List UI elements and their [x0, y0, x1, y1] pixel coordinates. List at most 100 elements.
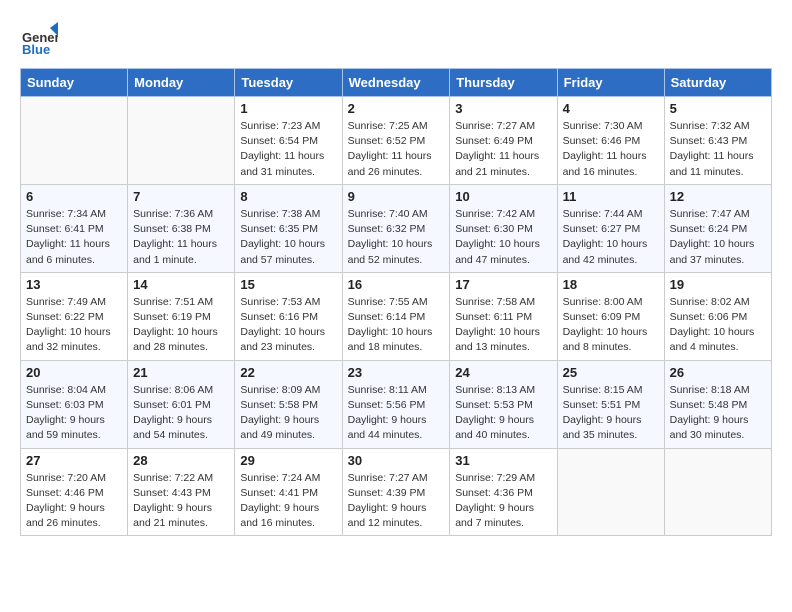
- day-number: 28: [133, 453, 229, 468]
- day-number: 25: [563, 365, 659, 380]
- day-cell: 5 Sunrise: 7:32 AM Sunset: 6:43 PM Daylig…: [664, 97, 771, 185]
- day-cell: [128, 97, 235, 185]
- day-info: Sunrise: 7:20 AM Sunset: 4:46 PM Dayligh…: [26, 471, 122, 532]
- day-info: Sunrise: 7:58 AM Sunset: 6:11 PM Dayligh…: [455, 295, 551, 356]
- day-cell: [21, 97, 128, 185]
- day-cell: 19Sunrise: 8:02 AM Sunset: 6:06 PM Dayli…: [664, 272, 771, 360]
- day-cell: 15 Sunrise: 7:53 AM Sunset: 6:16 PM Dayli…: [235, 272, 342, 360]
- day-info: Sunrise: 7:30 AM Sunset: 6:46 PM Dayligh…: [563, 119, 659, 180]
- day-number: 3: [455, 101, 551, 116]
- day-info: Sunrise: 7:42 AM Sunset: 6:30 PM Dayligh…: [455, 207, 551, 268]
- day-number: 15: [240, 277, 336, 292]
- day-cell: 10 Sunrise: 7:42 AM Sunset: 6:30 PM Dayli…: [450, 184, 557, 272]
- day-cell: 26 Sunrise: 8:18 AM Sunset: 5:48 PM Dayli…: [664, 360, 771, 448]
- day-info: Sunrise: 7:25 AM Sunset: 6:52 PM Dayligh…: [348, 119, 445, 180]
- day-cell: 13 Sunrise: 7:49 AM Sunset: 6:22 PM Dayli…: [21, 272, 128, 360]
- week-row-1: 1 Sunrise: 7:23 AM Sunset: 6:54 PM Daylig…: [21, 97, 772, 185]
- day-number: 14: [133, 277, 229, 292]
- day-cell: 18 Sunrise: 8:00 AM Sunset: 6:09 PM Dayli…: [557, 272, 664, 360]
- day-info: Sunrise: 7:27 AM Sunset: 6:49 PM Dayligh…: [455, 119, 551, 180]
- day-number: 6: [26, 189, 122, 204]
- day-number: 26: [670, 365, 766, 380]
- day-number: 16: [348, 277, 445, 292]
- day-cell: 22 Sunrise: 8:09 AM Sunset: 5:58 PM Dayli…: [235, 360, 342, 448]
- day-cell: 2 Sunrise: 7:25 AM Sunset: 6:52 PM Daylig…: [342, 97, 450, 185]
- day-info: Sunrise: 8:00 AM Sunset: 6:09 PM Dayligh…: [563, 295, 659, 356]
- day-info: Sunrise: 7:32 AM Sunset: 6:43 PM Dayligh…: [670, 119, 766, 180]
- day-info: Sunrise: 7:38 AM Sunset: 6:35 PM Dayligh…: [240, 207, 336, 268]
- page-header: General Blue: [20, 20, 772, 58]
- day-cell: 29 Sunrise: 7:24 AM Sunset: 4:41 PM Dayli…: [235, 448, 342, 536]
- day-info: Sunrise: 7:24 AM Sunset: 4:41 PM Dayligh…: [240, 471, 336, 532]
- day-cell: 12Sunrise: 7:47 AM Sunset: 6:24 PM Dayli…: [664, 184, 771, 272]
- weekday-header-row: SundayMondayTuesdayWednesdayThursdayFrid…: [21, 69, 772, 97]
- day-cell: 31Sunrise: 7:29 AM Sunset: 4:36 PM Dayli…: [450, 448, 557, 536]
- day-info: Sunrise: 7:40 AM Sunset: 6:32 PM Dayligh…: [348, 207, 445, 268]
- day-number: 13: [26, 277, 122, 292]
- day-number: 10: [455, 189, 551, 204]
- svg-text:Blue: Blue: [22, 42, 50, 57]
- weekday-header-monday: Monday: [128, 69, 235, 97]
- day-info: Sunrise: 7:49 AM Sunset: 6:22 PM Dayligh…: [26, 295, 122, 356]
- day-number: 8: [240, 189, 336, 204]
- day-number: 1: [240, 101, 336, 116]
- day-number: 24: [455, 365, 551, 380]
- day-cell: [664, 448, 771, 536]
- day-info: Sunrise: 8:09 AM Sunset: 5:58 PM Dayligh…: [240, 383, 336, 444]
- day-cell: 23 Sunrise: 8:11 AM Sunset: 5:56 PM Dayli…: [342, 360, 450, 448]
- week-row-5: 27Sunrise: 7:20 AM Sunset: 4:46 PM Dayli…: [21, 448, 772, 536]
- day-info: Sunrise: 8:04 AM Sunset: 6:03 PM Dayligh…: [26, 383, 122, 444]
- day-number: 20: [26, 365, 122, 380]
- day-number: 18: [563, 277, 659, 292]
- day-number: 9: [348, 189, 445, 204]
- day-info: Sunrise: 7:34 AM Sunset: 6:41 PM Dayligh…: [26, 207, 122, 268]
- weekday-header-friday: Friday: [557, 69, 664, 97]
- day-info: Sunrise: 7:23 AM Sunset: 6:54 PM Dayligh…: [240, 119, 336, 180]
- day-cell: 25 Sunrise: 8:15 AM Sunset: 5:51 PM Dayli…: [557, 360, 664, 448]
- day-number: 19: [670, 277, 766, 292]
- day-cell: 8 Sunrise: 7:38 AM Sunset: 6:35 PM Daylig…: [235, 184, 342, 272]
- day-number: 29: [240, 453, 336, 468]
- weekday-header-tuesday: Tuesday: [235, 69, 342, 97]
- day-info: Sunrise: 7:47 AM Sunset: 6:24 PM Dayligh…: [670, 207, 766, 268]
- day-number: 22: [240, 365, 336, 380]
- day-info: Sunrise: 7:29 AM Sunset: 4:36 PM Dayligh…: [455, 471, 551, 532]
- day-info: Sunrise: 7:36 AM Sunset: 6:38 PM Dayligh…: [133, 207, 229, 268]
- day-cell: 3 Sunrise: 7:27 AM Sunset: 6:49 PM Daylig…: [450, 97, 557, 185]
- day-cell: 6 Sunrise: 7:34 AM Sunset: 6:41 PM Daylig…: [21, 184, 128, 272]
- day-cell: 20 Sunrise: 8:04 AM Sunset: 6:03 PM Dayli…: [21, 360, 128, 448]
- day-cell: 16 Sunrise: 7:55 AM Sunset: 6:14 PM Dayli…: [342, 272, 450, 360]
- calendar-table: SundayMondayTuesdayWednesdayThursdayFrid…: [20, 68, 772, 536]
- day-info: Sunrise: 8:06 AM Sunset: 6:01 PM Dayligh…: [133, 383, 229, 444]
- day-cell: 27Sunrise: 7:20 AM Sunset: 4:46 PM Dayli…: [21, 448, 128, 536]
- logo: General Blue: [20, 20, 62, 58]
- day-number: 5: [670, 101, 766, 116]
- day-info: Sunrise: 8:18 AM Sunset: 5:48 PM Dayligh…: [670, 383, 766, 444]
- day-info: Sunrise: 7:22 AM Sunset: 4:43 PM Dayligh…: [133, 471, 229, 532]
- day-info: Sunrise: 7:51 AM Sunset: 6:19 PM Dayligh…: [133, 295, 229, 356]
- day-number: 17: [455, 277, 551, 292]
- day-info: Sunrise: 7:53 AM Sunset: 6:16 PM Dayligh…: [240, 295, 336, 356]
- day-number: 23: [348, 365, 445, 380]
- weekday-header-sunday: Sunday: [21, 69, 128, 97]
- day-info: Sunrise: 8:15 AM Sunset: 5:51 PM Dayligh…: [563, 383, 659, 444]
- day-number: 21: [133, 365, 229, 380]
- day-number: 2: [348, 101, 445, 116]
- day-info: Sunrise: 8:13 AM Sunset: 5:53 PM Dayligh…: [455, 383, 551, 444]
- day-cell: 28 Sunrise: 7:22 AM Sunset: 4:43 PM Dayli…: [128, 448, 235, 536]
- day-cell: 9 Sunrise: 7:40 AM Sunset: 6:32 PM Daylig…: [342, 184, 450, 272]
- day-number: 30: [348, 453, 445, 468]
- day-info: Sunrise: 7:44 AM Sunset: 6:27 PM Dayligh…: [563, 207, 659, 268]
- day-cell: 21 Sunrise: 8:06 AM Sunset: 6:01 PM Dayli…: [128, 360, 235, 448]
- day-cell: 17 Sunrise: 7:58 AM Sunset: 6:11 PM Dayli…: [450, 272, 557, 360]
- day-info: Sunrise: 8:11 AM Sunset: 5:56 PM Dayligh…: [348, 383, 445, 444]
- day-number: 11: [563, 189, 659, 204]
- day-cell: 7 Sunrise: 7:36 AM Sunset: 6:38 PM Daylig…: [128, 184, 235, 272]
- day-cell: [557, 448, 664, 536]
- day-cell: 11 Sunrise: 7:44 AM Sunset: 6:27 PM Dayli…: [557, 184, 664, 272]
- week-row-3: 13 Sunrise: 7:49 AM Sunset: 6:22 PM Dayli…: [21, 272, 772, 360]
- day-number: 7: [133, 189, 229, 204]
- day-cell: 1 Sunrise: 7:23 AM Sunset: 6:54 PM Daylig…: [235, 97, 342, 185]
- day-cell: 14 Sunrise: 7:51 AM Sunset: 6:19 PM Dayli…: [128, 272, 235, 360]
- day-info: Sunrise: 7:55 AM Sunset: 6:14 PM Dayligh…: [348, 295, 445, 356]
